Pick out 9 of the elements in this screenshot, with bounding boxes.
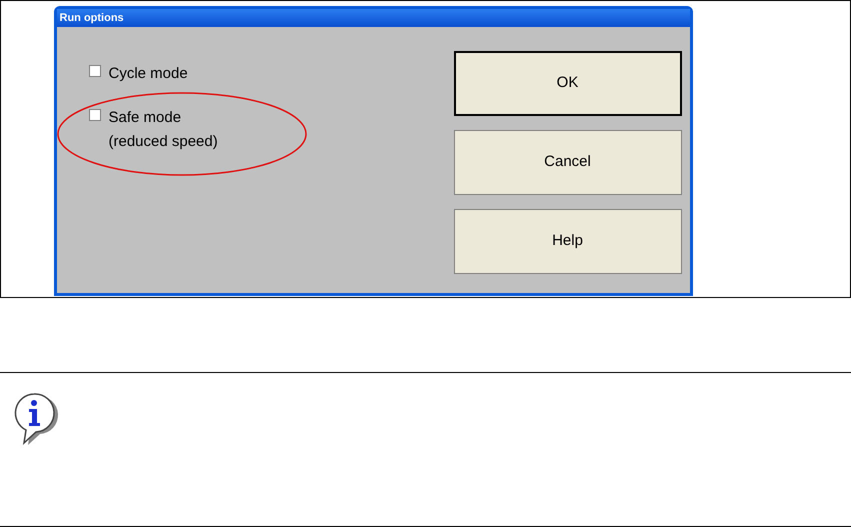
checkbox[interactable]: [88, 109, 100, 121]
info-icon: [12, 392, 60, 446]
checkbox-label: Safe mode (reduced speed): [108, 108, 218, 152]
dialog-button[interactable]: Help: [454, 209, 682, 274]
dialog-button[interactable]: Cancel: [454, 130, 682, 195]
checkbox-label: Cycle mode: [108, 64, 188, 84]
window-title: Run options: [56, 9, 690, 27]
dialog-button[interactable]: OK: [454, 51, 682, 116]
checkbox[interactable]: [88, 65, 100, 77]
